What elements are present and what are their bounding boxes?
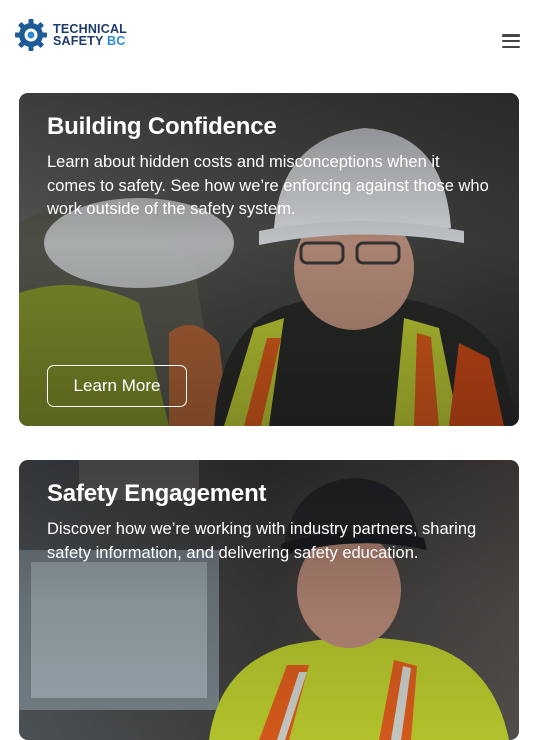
technical-safety-bc-logo[interactable]: TECHNICAL SAFETY BC [13, 17, 127, 53]
logo-line-safety-bc: SAFETY BC [53, 34, 127, 48]
menu-bar [502, 45, 520, 48]
menu-bar [502, 39, 520, 43]
logo-word-bc: BC [106, 34, 126, 48]
card-description: Discover how we’re working with industry… [47, 520, 477, 562]
learn-more-button[interactable]: Learn More [47, 365, 187, 407]
card-title: Building Confidence [47, 113, 277, 140]
logo-wordmark: TECHNICAL SAFETY BC [53, 23, 127, 48]
safety-engagement-card: Safety Engagement Discover how we’re wor… [19, 460, 519, 740]
site-header: TECHNICAL SAFETY BC [0, 0, 538, 72]
hamburger-menu-icon[interactable] [499, 31, 523, 51]
gear-icon [15, 19, 47, 51]
building-confidence-card: Building Confidence Learn about hidden c… [19, 93, 519, 426]
logo-word-safety: SAFETY [53, 34, 104, 48]
card-title: Safety Engagement [47, 480, 267, 507]
card-description: Learn about hidden costs and misconcepti… [47, 153, 489, 218]
menu-bar [502, 34, 520, 37]
